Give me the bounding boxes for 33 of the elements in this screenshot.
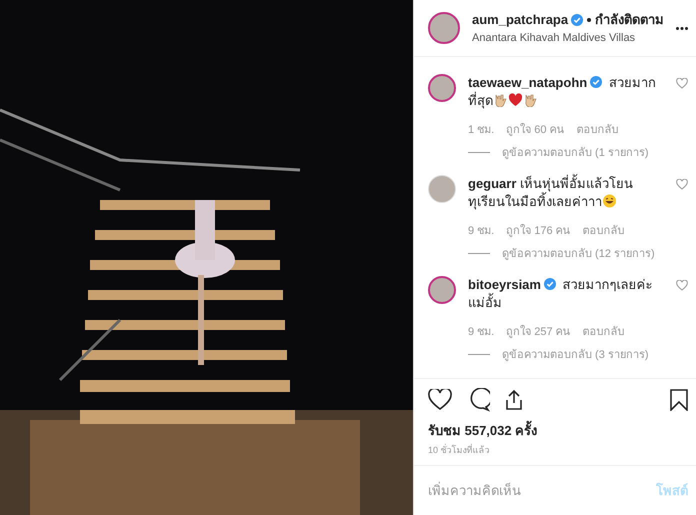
- share-icon[interactable]: [504, 389, 524, 411]
- likes-count[interactable]: ถูกใจ 176 คน: [506, 223, 571, 240]
- comment-text: taewaew_natapohn สวยมากที่สุด: [468, 74, 657, 110]
- avatar: [428, 175, 456, 203]
- like-comment-icon[interactable]: [676, 78, 688, 89]
- comment-time: 9 ชม.: [468, 224, 494, 239]
- view-replies-link[interactable]: ดูข้อความตอบกลับ (3 รายการ): [502, 346, 649, 363]
- username[interactable]: aum_patchrapa: [472, 10, 568, 30]
- avatar: [428, 74, 456, 102]
- avatar: [428, 276, 456, 304]
- separator-dot-icon: [587, 18, 592, 22]
- comment-text: bitoeyrsiam สวยมากๆเลยค่ะแม่อั้ม: [468, 276, 654, 312]
- reply-link[interactable]: ตอบกลับ: [576, 122, 619, 138]
- post-time: 10 ชั่วโมงที่แล้ว: [428, 444, 491, 456]
- avatar: [428, 12, 460, 44]
- bookmark-icon[interactable]: [670, 389, 688, 411]
- likes-count[interactable]: ถูกใจ 257 คน: [506, 324, 571, 340]
- comment-time: 9 ชม.: [468, 325, 494, 340]
- comment-input-field[interactable]: เพิ่มความคิดเห็น: [428, 480, 656, 500]
- follow-status[interactable]: กำลังติดตาม: [595, 10, 664, 30]
- like-comment-icon[interactable]: [676, 280, 688, 291]
- more-options-icon[interactable]: [676, 26, 688, 30]
- view-count: รับชม 557,032 ครั้ง: [428, 421, 688, 440]
- like-icon[interactable]: [428, 389, 452, 411]
- view-replies-link[interactable]: ดูข้อความตอบกลับ (1 รายการ): [502, 144, 649, 161]
- reply-link[interactable]: ตอบกลับ: [582, 324, 625, 340]
- comment-time: 1 ชม.: [468, 123, 494, 138]
- view-replies-link[interactable]: ดูข้อความตอบกลับ (12 รายการ): [502, 246, 655, 262]
- likes-count[interactable]: ถูกใจ 60 คน: [506, 122, 565, 138]
- reply-link[interactable]: ตอบกลับ: [582, 223, 625, 240]
- comment-text: geguarr เห็นหุ่นพี่อั้มแล้วโยนทุเรียนในมือทิ้งเลยค่าาา: [468, 175, 634, 211]
- location-link[interactable]: Anantara Kihavah Maldives Villas: [472, 30, 664, 46]
- like-comment-icon[interactable]: [676, 179, 688, 190]
